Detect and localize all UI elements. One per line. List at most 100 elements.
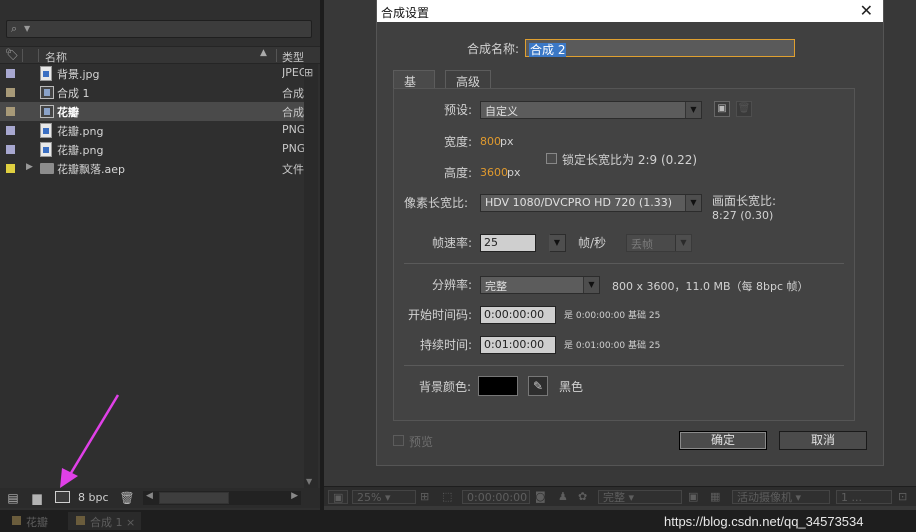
resolution-dropdown[interactable]: 完整 ▼ bbox=[480, 276, 600, 294]
image-file-icon bbox=[40, 66, 52, 81]
pixel-aspect-dropdown[interactable]: HDV 1080/DVCPRO HD 720 (1.33) ▼ bbox=[480, 194, 702, 212]
label-color-chip[interactable] bbox=[6, 69, 15, 78]
region-icon[interactable]: ⬚ bbox=[442, 490, 452, 504]
fps-unit-label: 帧/秒 bbox=[578, 236, 607, 250]
project-item-row[interactable]: 花瓣.png PNG bbox=[0, 140, 304, 159]
pixel-aspect-toggle-icon[interactable]: ⊡ bbox=[898, 490, 907, 504]
image-file-icon bbox=[40, 142, 52, 157]
transparency-grid-icon[interactable]: ▦ bbox=[710, 490, 720, 504]
frame-rate-label: 帧速率: bbox=[432, 236, 473, 250]
project-item-row[interactable]: ▶ 花瓣飘落.aep 文件 bbox=[0, 159, 304, 178]
label-color-chip[interactable] bbox=[6, 145, 15, 154]
project-vertical-scrollbar[interactable]: ▼ bbox=[304, 64, 318, 488]
chevron-down-icon: ▼ bbox=[549, 235, 565, 251]
close-icon[interactable]: ✕ bbox=[860, 1, 873, 20]
project-item-row[interactable]: 花瓣 合成 bbox=[0, 102, 304, 121]
project-panel: ⌕ ▼ 🏷 名称 ▲ 类型 背景.jpg JPEG 合成 1 合成 花瓣 合成 花瓣.png… bbox=[0, 0, 320, 510]
project-item-type: 文件 bbox=[282, 163, 304, 176]
bg-color-label: 背景颜色: bbox=[419, 380, 472, 394]
trash-icon[interactable]: 🗑 bbox=[119, 491, 135, 505]
project-search-input[interactable]: ⌕ ▼ bbox=[6, 20, 312, 38]
views-dropdown[interactable]: 1 ... bbox=[836, 490, 892, 504]
height-label: 高度: bbox=[444, 166, 473, 180]
region-of-interest-icon[interactable]: ▣ bbox=[688, 490, 698, 504]
preview-checkbox bbox=[393, 435, 404, 446]
interpret-footage-icon[interactable]: ▤ bbox=[5, 491, 21, 505]
project-item-name: 背景.jpg bbox=[57, 68, 100, 81]
camera-view-dropdown[interactable]: 活动摄像机 ▾ bbox=[732, 490, 830, 504]
project-column-header: 🏷 名称 ▲ 类型 bbox=[0, 46, 320, 64]
label-color-chip[interactable] bbox=[6, 107, 15, 116]
preset-label: 预设: bbox=[444, 103, 473, 117]
separator bbox=[404, 365, 844, 366]
tab-timeline-comp1[interactable]: 合成 1 × bbox=[68, 512, 142, 530]
project-item-type: PNG bbox=[282, 142, 304, 155]
color-depth-button[interactable]: 8 bpc bbox=[78, 491, 109, 504]
column-type-header[interactable]: 类型 bbox=[282, 49, 304, 65]
chevron-down-icon: ▼ bbox=[675, 235, 691, 251]
project-item-row[interactable]: 背景.jpg JPEG bbox=[0, 64, 304, 83]
show-snapshot-icon[interactable]: ♟ bbox=[558, 490, 568, 504]
height-value[interactable]: 3600 bbox=[480, 166, 508, 179]
duration-base: 基础 25 bbox=[628, 341, 661, 351]
delete-preset-icon: 🗑 bbox=[736, 101, 752, 117]
flowchart-icon[interactable]: ⊞ bbox=[304, 66, 318, 80]
tab-advanced[interactable]: 高级 bbox=[445, 70, 491, 89]
duration-info: 是 0:01:00:00 bbox=[564, 341, 626, 351]
label-tag-icon[interactable]: 🏷 bbox=[5, 48, 19, 61]
scroll-left-icon[interactable]: ◀ bbox=[146, 491, 153, 501]
lock-aspect-checkbox[interactable] bbox=[546, 153, 557, 164]
timecode-field[interactable]: 0:00:00:00 bbox=[462, 490, 530, 504]
channel-icon[interactable]: ✿ bbox=[578, 490, 587, 504]
composition-settings-dialog: 合成设置 ✕ 合成名称: 合成 2 基本 高级 预设: 自定义▼ ▣ 🗑 宽度:… bbox=[376, 0, 884, 466]
dialog-title: 合成设置 bbox=[381, 6, 430, 20]
comp-name-input[interactable]: 合成 2 bbox=[525, 39, 795, 57]
pixel-aspect-label: 像素长宽比: bbox=[404, 196, 469, 210]
save-preset-icon[interactable]: ▣ bbox=[714, 101, 730, 117]
scroll-right-icon[interactable]: ▶ bbox=[291, 491, 298, 501]
height-unit: px bbox=[507, 166, 521, 179]
tab-timeline-huaban[interactable]: 花瓣 bbox=[4, 512, 54, 530]
start-timecode-label: 开始时间码: bbox=[408, 308, 473, 322]
search-icon: ⌕ bbox=[11, 22, 18, 35]
sort-ascending-icon[interactable]: ▲ bbox=[260, 48, 267, 58]
separator bbox=[404, 263, 844, 264]
annotation-arrow bbox=[60, 394, 120, 488]
dialog-title-bar: 合成设置 ✕ bbox=[377, 0, 883, 22]
project-item-name: 花瓣.png bbox=[57, 125, 104, 138]
expand-triangle-icon[interactable]: ▶ bbox=[26, 162, 33, 172]
project-horizontal-scrollbar[interactable]: ◀ ▶ bbox=[143, 491, 301, 505]
label-color-chip[interactable] bbox=[6, 164, 15, 173]
column-name-header[interactable]: 名称 bbox=[45, 49, 67, 65]
project-item-type: JPEG bbox=[282, 66, 304, 79]
label-color-chip[interactable] bbox=[6, 88, 15, 97]
duration-input[interactable]: 0:01:00:00 bbox=[480, 336, 556, 354]
new-folder-icon[interactable]: ▆ bbox=[29, 491, 45, 505]
folder-icon bbox=[40, 163, 54, 174]
zoom-dropdown[interactable]: 25% ▾ bbox=[352, 490, 416, 504]
camera-snapshot-icon[interactable]: ◙ bbox=[535, 490, 546, 504]
ok-button[interactable]: 确定 bbox=[679, 431, 767, 450]
project-item-row[interactable]: 花瓣.png PNG bbox=[0, 121, 304, 140]
start-timecode-input[interactable]: 0:00:00:00 bbox=[480, 306, 556, 324]
label-color-chip[interactable] bbox=[6, 126, 15, 135]
resolution-dropdown[interactable]: 完整 ▾ bbox=[598, 490, 682, 504]
always-preview-icon[interactable]: ▣ bbox=[328, 490, 349, 504]
width-label: 宽度: bbox=[444, 135, 473, 149]
grid-icon[interactable]: ⊞ bbox=[420, 490, 429, 504]
composition-icon bbox=[40, 105, 54, 118]
tab-basic[interactable]: 基本 bbox=[393, 70, 435, 106]
eyedropper-icon[interactable]: ✎ bbox=[528, 376, 548, 396]
width-value[interactable]: 800 bbox=[480, 135, 501, 148]
scroll-down-icon[interactable]: ▼ bbox=[306, 477, 312, 486]
preset-dropdown[interactable]: 自定义 ▼ bbox=[480, 101, 702, 119]
frame-rate-dropdown[interactable]: ▼ bbox=[549, 234, 566, 252]
project-item-row[interactable]: 合成 1 合成 bbox=[0, 83, 304, 102]
frame-rate-input[interactable]: 25 bbox=[480, 234, 536, 252]
new-composition-icon[interactable] bbox=[55, 491, 70, 503]
scrollbar-thumb[interactable] bbox=[159, 492, 229, 504]
cancel-button[interactable]: 取消 bbox=[779, 431, 867, 450]
chevron-down-icon[interactable]: ▼ bbox=[24, 24, 30, 33]
bg-color-swatch[interactable] bbox=[478, 376, 518, 396]
image-file-icon bbox=[40, 123, 52, 138]
